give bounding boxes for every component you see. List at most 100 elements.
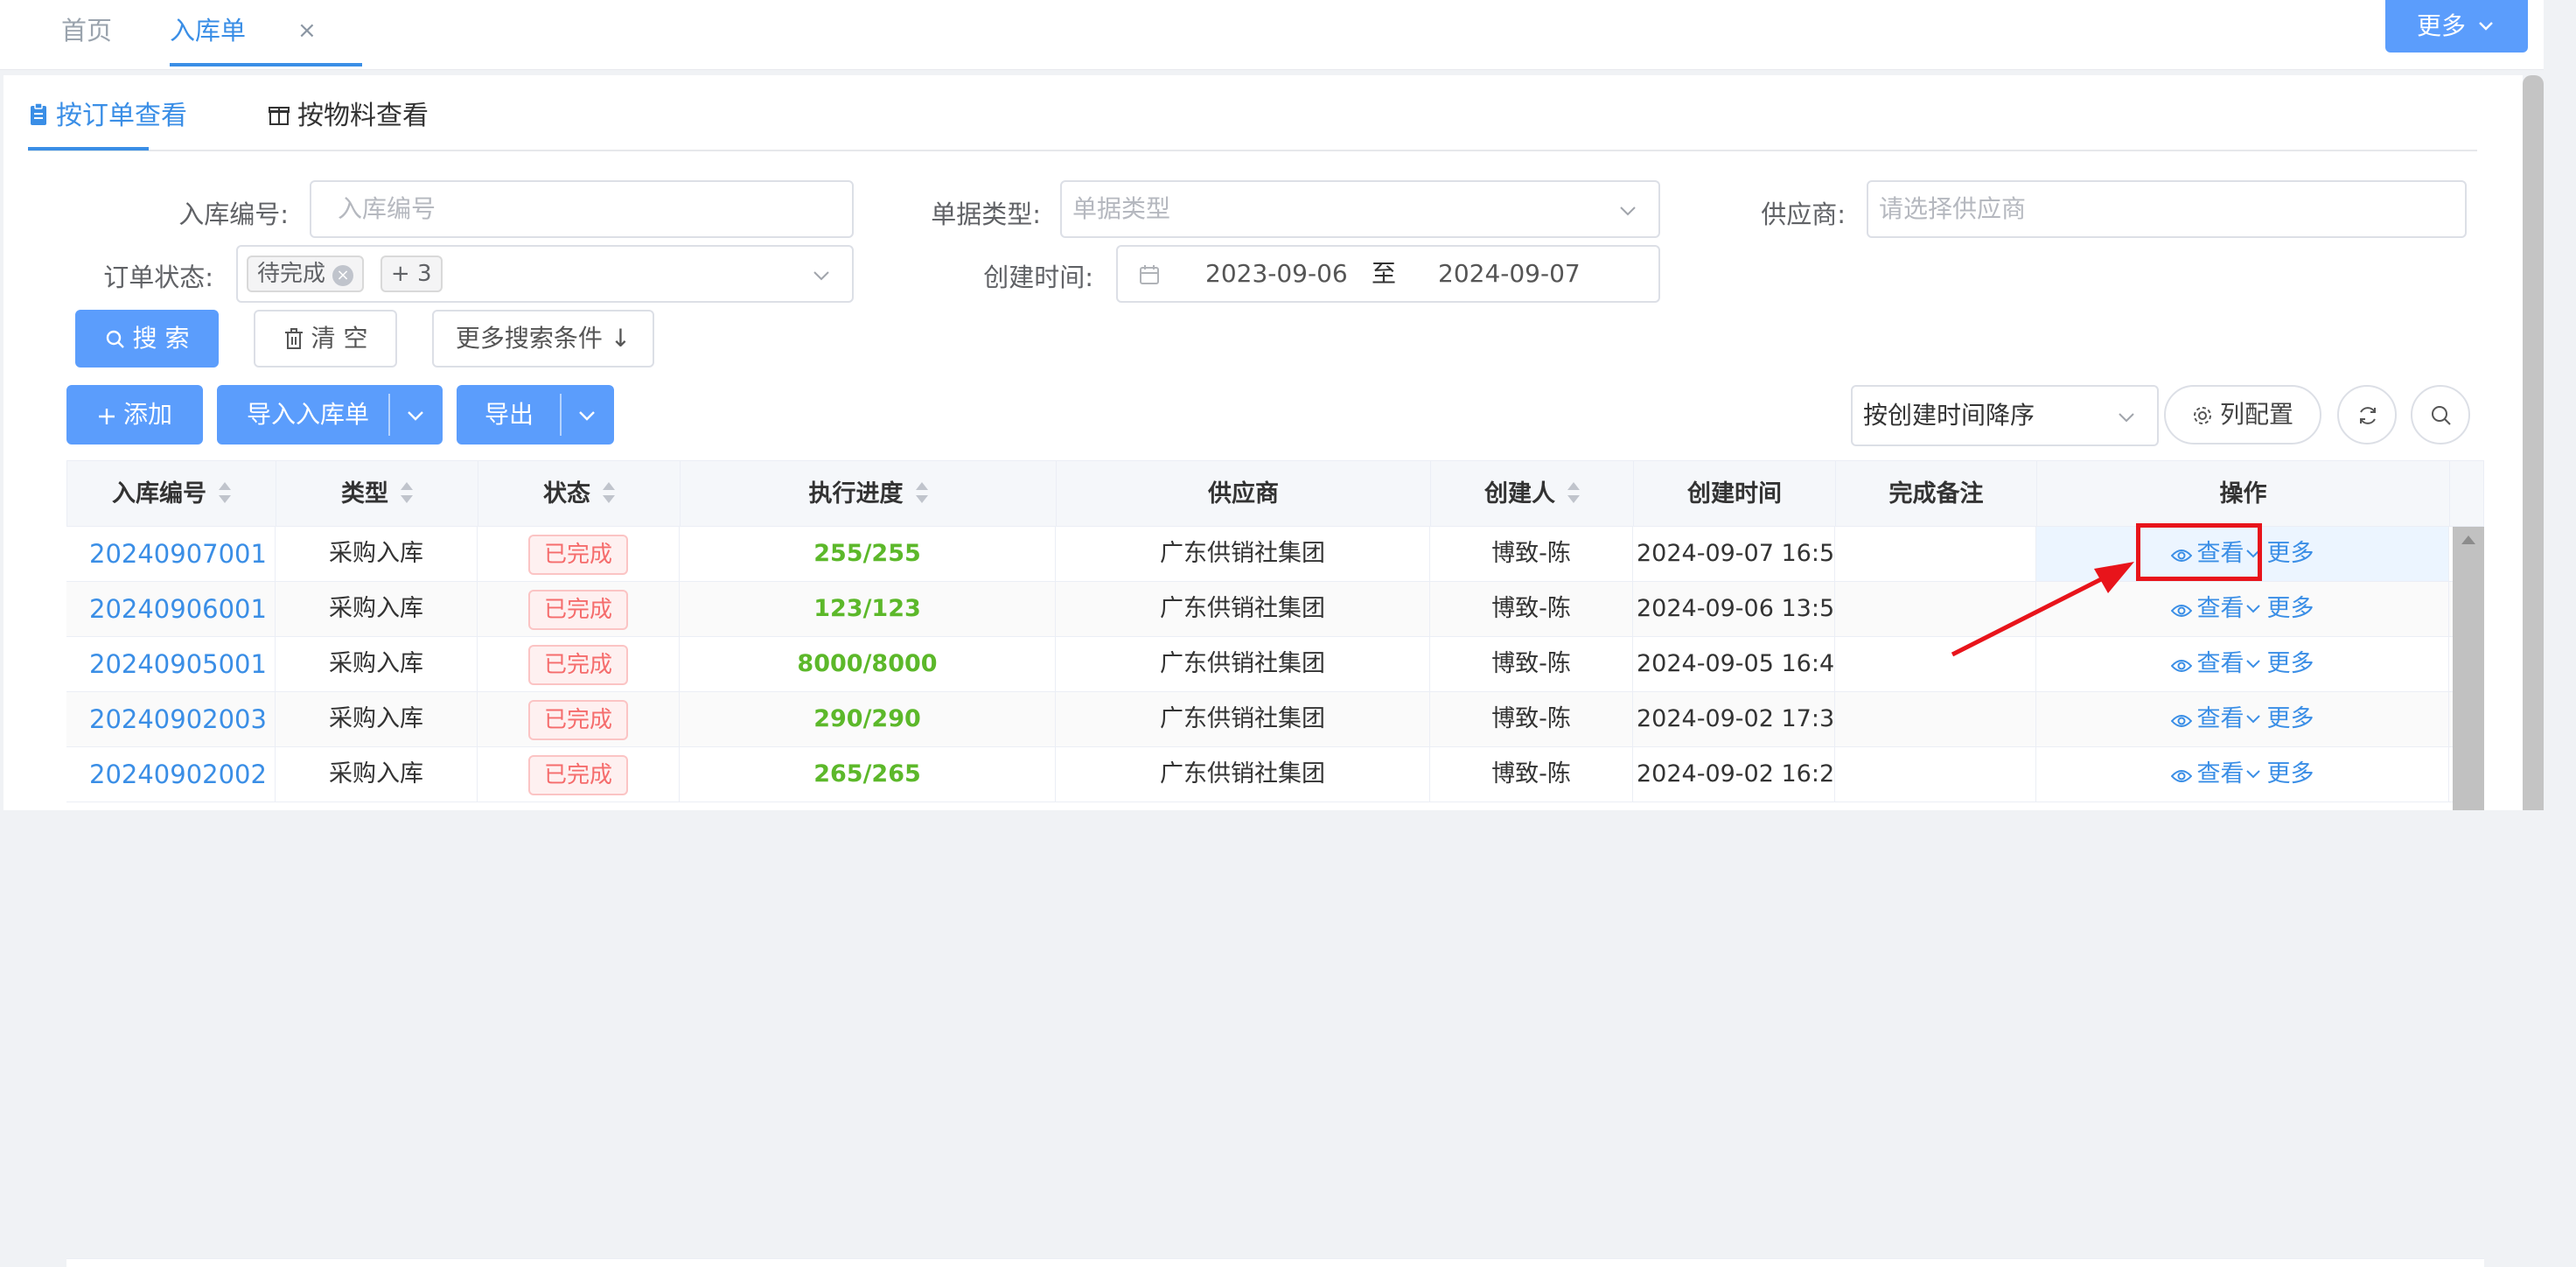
code-input[interactable]: 入库编号	[310, 180, 854, 238]
export-split-button[interactable]: 导出	[457, 385, 614, 444]
col-status[interactable]: 状态	[478, 461, 681, 528]
import-button-label[interactable]: 导入入库单	[247, 385, 369, 444]
cell-type: 采购入库	[276, 527, 478, 581]
cell-remark	[1835, 527, 2036, 581]
time-label: 创建时间:	[983, 262, 1093, 292]
chevron-down-icon	[2245, 770, 2260, 779]
status-tag: 待完成 ×	[247, 256, 365, 292]
more-conditions-button[interactable]: 更多搜索条件 ↓	[432, 310, 654, 368]
eye-icon	[2170, 715, 2192, 727]
sort-icon[interactable]	[915, 482, 928, 505]
cell-creator: 博致-陈	[1430, 527, 1633, 581]
close-icon[interactable]: ×	[297, 0, 317, 61]
col-remark-label: 完成备注	[1888, 480, 1984, 508]
supplier-select[interactable]: 请选择供应商	[1867, 180, 2467, 238]
type-placeholder: 单据类型	[1072, 194, 1171, 223]
clear-button-label: 清 空	[311, 324, 368, 353]
cell-remark	[1835, 747, 2036, 802]
col-type[interactable]: 类型	[276, 461, 478, 528]
more-menu-button[interactable]: 更多	[2385, 0, 2528, 52]
more-actions-link[interactable]: 更多	[2244, 760, 2314, 788]
cell-supplier: 广东供销社集团	[1056, 527, 1430, 581]
import-split-button[interactable]: 导入入库单	[217, 385, 443, 444]
column-config-button[interactable]: 列配置	[2164, 385, 2321, 444]
table-row[interactable]: 20240902002 采购入库 已完成 265/265 广东供销社集团 博致-陈 2024…	[66, 747, 2484, 802]
view-link[interactable]: 查看	[2170, 595, 2244, 622]
col-progress[interactable]: 执行进度	[681, 461, 1057, 528]
sort-icon[interactable]	[401, 482, 413, 505]
page-scrollbar[interactable]	[2523, 75, 2544, 810]
cell-actions: 查看 更多	[2036, 582, 2449, 636]
col-remark: 完成备注	[1836, 461, 2037, 528]
eye-icon	[2170, 605, 2192, 617]
date-end[interactable]: 2024-09-07	[1438, 247, 1581, 301]
tab-inbound-order-label: 入库单	[170, 16, 247, 46]
next-row-peek	[66, 1258, 2484, 1267]
chevron-down-icon	[2245, 660, 2260, 668]
date-start[interactable]: 2023-09-06	[1205, 247, 1348, 301]
more-actions-link[interactable]: 更多	[2244, 650, 2314, 677]
cell-code[interactable]: 20240906001	[66, 582, 276, 636]
col-supplier: 供应商	[1057, 461, 1431, 528]
close-icon[interactable]: ×	[332, 265, 354, 286]
col-actions: 操作	[2037, 461, 2450, 528]
view-link-label: 查看	[2196, 595, 2244, 622]
sort-icon[interactable]	[603, 482, 615, 505]
table-row[interactable]: 20240906001 采购入库 已完成 123/123 广东供销社集团 博致-陈 2024…	[66, 582, 2484, 637]
cell-time: 2024-09-02 17:3...	[1633, 692, 1835, 746]
col-creator[interactable]: 创建人	[1431, 461, 1634, 528]
tab-home[interactable]: 首页	[61, 0, 112, 66]
scroll-gutter	[2544, 0, 2576, 810]
status-select[interactable]: 待完成 × + 3	[236, 245, 854, 303]
sort-select[interactable]: 按创建时间降序	[1851, 385, 2159, 446]
col-progress-label: 执行进度	[808, 480, 904, 508]
more-actions-label: 更多	[2266, 540, 2314, 567]
cell-time: 2024-09-06 13:5...	[1633, 582, 1835, 636]
view-link[interactable]: 查看	[2170, 705, 2244, 732]
sort-icon[interactable]	[1567, 482, 1580, 505]
view-link[interactable]: 查看	[2170, 760, 2244, 788]
chevron-down-icon[interactable]	[577, 406, 597, 425]
cell-type: 采购入库	[276, 637, 478, 691]
refresh-button[interactable]	[2337, 385, 2397, 444]
export-button-label[interactable]: 导出	[485, 385, 534, 444]
cell-code[interactable]: 20240905001	[66, 637, 276, 691]
col-code[interactable]: 入库编号	[67, 461, 276, 528]
eye-icon	[2170, 660, 2192, 672]
tab-by-order-label: 按订单查看	[56, 101, 187, 131]
more-actions-label: 更多	[2266, 650, 2314, 677]
view-link[interactable]: 查看	[2170, 650, 2244, 677]
table-row[interactable]: 20240907001 采购入库 已完成 255/255 广东供销社集团 博致-陈 2024…	[66, 527, 2484, 582]
scroll-up-icon[interactable]	[2461, 536, 2475, 544]
col-time: 创建时间	[1634, 461, 1836, 528]
cell-actions: 查看 更多	[2036, 692, 2449, 746]
gear-icon	[2193, 407, 2211, 424]
table-scrollbar[interactable]	[2453, 527, 2484, 810]
tab-by-material[interactable]: 按物料查看	[268, 94, 429, 147]
more-actions-label: 更多	[2266, 705, 2314, 732]
search-button[interactable]: 搜 索	[75, 310, 219, 368]
table-row[interactable]: 20240905001 采购入库 已完成 8000/8000 广东供销社集团 博致-陈 20…	[66, 637, 2484, 692]
cell-remark	[1835, 582, 2036, 636]
tab-by-order[interactable]: 按订单查看	[28, 94, 187, 147]
date-range-picker[interactable]: 2023-09-06 至 2024-09-07	[1116, 245, 1660, 303]
cell-type: 采购入库	[276, 692, 478, 746]
col-type-label: 类型	[341, 480, 388, 508]
cell-code[interactable]: 20240902003	[66, 692, 276, 746]
chevron-down-icon[interactable]	[406, 406, 425, 425]
more-conditions-label: 更多搜索条件 ↓	[455, 324, 632, 353]
sort-icon[interactable]	[219, 482, 231, 505]
tab-inbound-order[interactable]: 入库单 ×	[170, 0, 362, 66]
more-actions-link[interactable]: 更多	[2244, 595, 2314, 622]
table-search-button[interactable]	[2411, 385, 2470, 444]
table-row[interactable]: 20240902003 采购入库 已完成 290/290 广东供销社集团 博致-陈 2024…	[66, 692, 2484, 747]
clear-button[interactable]: 清 空	[254, 310, 397, 368]
more-actions-link[interactable]: 更多	[2244, 705, 2314, 732]
cell-code[interactable]: 20240907001	[66, 527, 276, 581]
cell-code[interactable]: 20240902002	[66, 747, 276, 802]
add-button[interactable]: 添加	[66, 385, 203, 444]
chevron-down-icon	[813, 271, 829, 281]
cell-supplier: 广东供销社集团	[1056, 582, 1430, 636]
column-config-label: 列配置	[2219, 400, 2293, 429]
type-select[interactable]: 单据类型	[1060, 180, 1660, 238]
